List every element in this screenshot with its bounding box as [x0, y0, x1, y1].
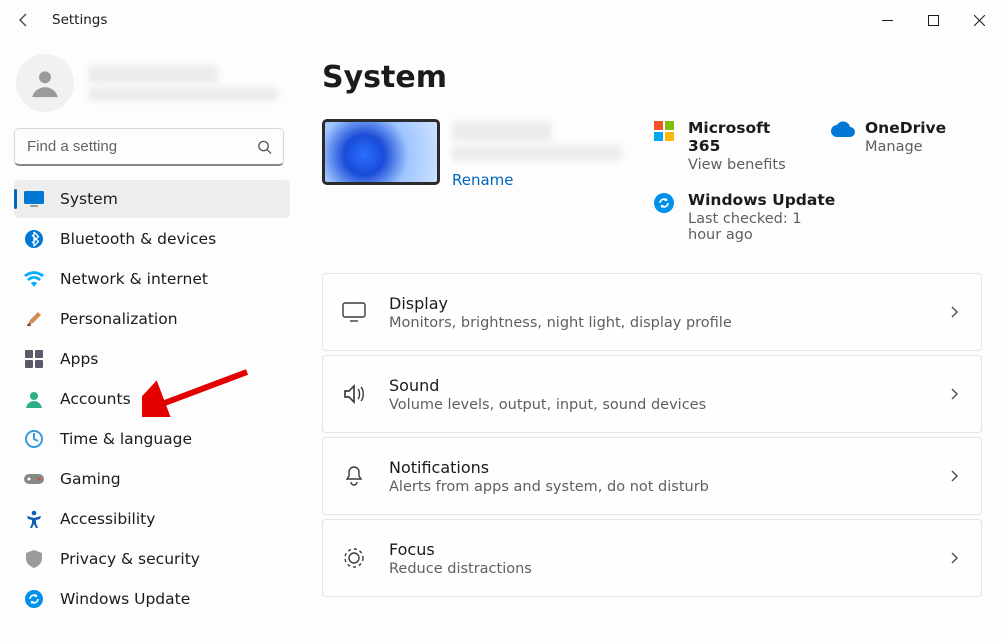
card-sub: Reduce distractions: [389, 561, 925, 577]
status-tile-onedrive[interactable]: OneDrive Manage: [831, 119, 982, 173]
user-block[interactable]: [16, 54, 290, 112]
focus-icon: [341, 545, 367, 571]
status-sub: View benefits: [688, 157, 805, 173]
status-title: OneDrive: [865, 119, 946, 137]
bell-icon: [341, 463, 367, 489]
settings-card-focus[interactable]: Focus Reduce distractions: [322, 519, 982, 597]
display-icon: [341, 299, 367, 325]
accessibility-icon: [24, 509, 44, 529]
sidebar-item-label: Gaming: [60, 470, 121, 488]
window-controls: [864, 4, 1002, 36]
sidebar-item-bluetooth[interactable]: Bluetooth & devices: [14, 220, 290, 258]
close-button[interactable]: [956, 4, 1002, 36]
apps-icon: [24, 349, 44, 369]
sidebar-item-label: Apps: [60, 350, 98, 368]
sidebar-item-label: Accounts: [60, 390, 131, 408]
sidebar-item-label: Personalization: [60, 310, 178, 328]
sidebar-item-label: Privacy & security: [60, 550, 200, 568]
status-tile-windows-update[interactable]: Windows Update Last checked: 1 hour ago: [654, 191, 982, 243]
sidebar-item-accounts[interactable]: Accounts: [14, 380, 290, 418]
maximize-button[interactable]: [910, 4, 956, 36]
wifi-icon: [24, 269, 44, 289]
device-thumbnail[interactable]: [322, 119, 440, 185]
update-icon: [24, 589, 44, 609]
back-button[interactable]: [14, 10, 34, 30]
sidebar: System Bluetooth & devices Network & int…: [0, 40, 300, 642]
card-sub: Alerts from apps and system, do not dist…: [389, 479, 925, 495]
sidebar-item-label: Accessibility: [60, 510, 155, 528]
card-title: Notifications: [389, 458, 925, 477]
chevron-right-icon: [947, 387, 961, 401]
sidebar-item-personalization[interactable]: Personalization: [14, 300, 290, 338]
update-circle-icon: [654, 193, 676, 215]
onedrive-icon: [831, 121, 853, 143]
sidebar-item-accessibility[interactable]: Accessibility: [14, 500, 290, 538]
device-model-redacted: [452, 145, 622, 161]
chevron-right-icon: [947, 551, 961, 565]
bluetooth-icon: [24, 229, 44, 249]
status-tile-microsoft365[interactable]: Microsoft 365 View benefits: [654, 119, 805, 173]
app-title: Settings: [52, 12, 107, 28]
status-sub: Last checked: 1 hour ago: [688, 211, 838, 243]
card-title: Focus: [389, 540, 925, 559]
card-sub: Volume levels, output, input, sound devi…: [389, 397, 925, 413]
search-input[interactable]: [14, 128, 284, 166]
sidebar-item-windows-update[interactable]: Windows Update: [14, 580, 290, 618]
settings-card-sound[interactable]: Sound Volume levels, output, input, soun…: [322, 355, 982, 433]
rename-link[interactable]: Rename: [452, 171, 622, 189]
sidebar-item-network[interactable]: Network & internet: [14, 260, 290, 298]
accounts-icon: [24, 389, 44, 409]
system-icon: [24, 189, 44, 209]
avatar: [16, 54, 74, 112]
main-content: System Rename Microsoft 365 View b: [300, 40, 1002, 642]
sidebar-item-label: System: [60, 190, 118, 208]
brush-icon: [24, 309, 44, 329]
sidebar-item-system[interactable]: System: [14, 180, 290, 218]
shield-icon: [24, 549, 44, 569]
status-sub: Manage: [865, 139, 946, 155]
sidebar-item-label: Bluetooth & devices: [60, 230, 216, 248]
status-title: Windows Update: [688, 191, 838, 209]
nav: System Bluetooth & devices Network & int…: [14, 180, 290, 618]
microsoft365-icon: [654, 121, 676, 143]
status-title: Microsoft 365: [688, 119, 805, 155]
device-name-redacted: [452, 121, 552, 141]
sidebar-item-time-language[interactable]: Time & language: [14, 420, 290, 458]
minimize-button[interactable]: [864, 4, 910, 36]
settings-card-notifications[interactable]: Notifications Alerts from apps and syste…: [322, 437, 982, 515]
sidebar-item-label: Time & language: [60, 430, 192, 448]
sidebar-item-gaming[interactable]: Gaming: [14, 460, 290, 498]
user-info-redacted: [88, 65, 278, 101]
clock-globe-icon: [24, 429, 44, 449]
sound-icon: [341, 381, 367, 407]
card-title: Display: [389, 294, 925, 313]
card-title: Sound: [389, 376, 925, 395]
page-title: System: [322, 60, 982, 95]
chevron-right-icon: [947, 305, 961, 319]
card-sub: Monitors, brightness, night light, displ…: [389, 315, 925, 331]
sidebar-item-label: Windows Update: [60, 590, 190, 608]
gaming-icon: [24, 469, 44, 489]
sidebar-item-apps[interactable]: Apps: [14, 340, 290, 378]
settings-card-display[interactable]: Display Monitors, brightness, night ligh…: [322, 273, 982, 351]
titlebar: Settings: [0, 0, 1002, 40]
sidebar-item-privacy[interactable]: Privacy & security: [14, 540, 290, 578]
sidebar-item-label: Network & internet: [60, 270, 208, 288]
device-info: Rename: [322, 119, 622, 189]
chevron-right-icon: [947, 469, 961, 483]
